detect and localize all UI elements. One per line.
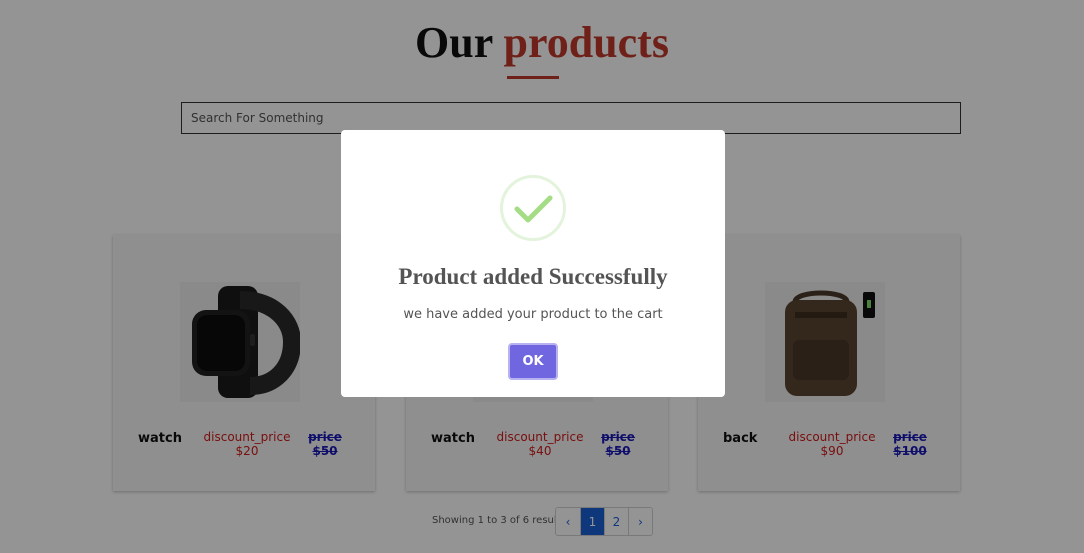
ok-button[interactable]: OK [508,343,558,380]
success-dialog: Product added Successfully we have added… [341,130,725,397]
dialog-message: we have added your product to the cart [403,307,663,322]
success-check-icon [500,175,566,241]
dialog-title: Product added Successfully [398,264,668,289]
